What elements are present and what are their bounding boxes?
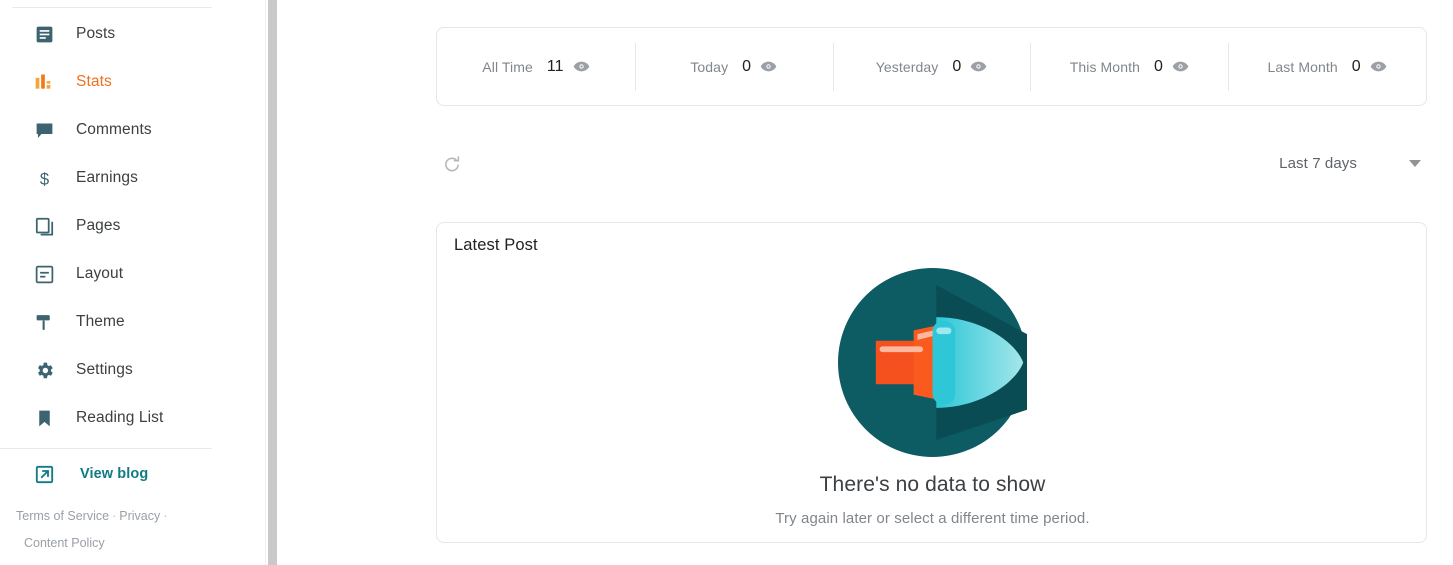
sidebar-item-reading-list[interactable]: Reading List <box>0 403 268 433</box>
pages-icon <box>32 214 56 238</box>
eye-icon <box>573 58 590 75</box>
pageviews-summary-card: All Time 11 Today 0 Yesterday 0 This Mon… <box>436 27 1427 106</box>
open-in-new-icon <box>32 462 56 486</box>
sidebar-item-label: Pages <box>76 217 121 234</box>
view-blog-link[interactable]: View blog <box>0 459 148 489</box>
eye-icon <box>970 58 987 75</box>
stat-label: Last Month <box>1267 58 1338 75</box>
stat-value: 0 <box>952 57 962 75</box>
comments-icon <box>32 118 56 142</box>
stat-label: Yesterday <box>875 58 939 75</box>
main-content: All Time 11 Today 0 Yesterday 0 This Mon… <box>280 0 1453 565</box>
sidebar-item-earnings[interactable]: $ Earnings <box>0 163 268 193</box>
stat-value: 0 <box>1351 57 1361 75</box>
stat-value: 0 <box>742 57 752 75</box>
stat-today[interactable]: Today 0 <box>634 42 833 91</box>
sidebar-item-label: Posts <box>76 25 116 42</box>
sidebar-item-label: Earnings <box>76 169 138 186</box>
empty-state-subtext: Try again later or select a different ti… <box>775 510 1090 527</box>
stats-icon <box>32 70 56 94</box>
eye-icon <box>1370 58 1387 75</box>
sidebar-item-theme[interactable]: Theme <box>0 307 268 337</box>
sidebar-nav: Posts Stats Comments $ Earnings Pages La… <box>0 19 268 451</box>
sidebar-item-stats[interactable]: Stats <box>0 67 268 97</box>
terms-of-service-link[interactable]: Terms of Service <box>16 509 109 523</box>
time-range-value: Last 7 days <box>1279 154 1357 172</box>
reading-list-icon <box>32 406 56 430</box>
eye-icon <box>1172 58 1189 75</box>
stat-value: 11 <box>546 57 564 75</box>
sidebar-item-label: Theme <box>76 313 125 330</box>
footer-separator: · <box>163 509 168 523</box>
view-blog-label: View blog <box>80 466 149 482</box>
theme-icon <box>32 310 56 334</box>
sidebar: Posts Stats Comments $ Earnings Pages La… <box>0 0 268 565</box>
time-range-select[interactable]: Last 7 days <box>1279 146 1427 180</box>
posts-icon <box>32 22 56 46</box>
settings-icon <box>32 358 56 382</box>
layout-icon <box>32 262 56 286</box>
sidebar-item-label: Settings <box>76 361 133 378</box>
sidebar-item-label: Layout <box>76 265 124 282</box>
sidebar-item-layout[interactable]: Layout <box>0 259 268 289</box>
svg-text:$: $ <box>39 169 48 188</box>
sidebar-item-settings[interactable]: Settings <box>0 355 268 385</box>
footer-separator: · <box>112 509 117 523</box>
refresh-icon[interactable] <box>436 148 468 180</box>
sidebar-item-posts[interactable]: Posts <box>0 19 268 49</box>
stat-value: 0 <box>1153 57 1163 75</box>
stat-label: All Time <box>482 58 533 75</box>
sidebar-divider <box>0 448 212 449</box>
stat-last-month[interactable]: Last Month 0 <box>1228 42 1426 91</box>
privacy-link[interactable]: Privacy <box>119 509 160 523</box>
sidebar-footer: Terms of Service · Privacy · Content Policy <box>16 503 246 557</box>
stat-label: Today <box>690 58 729 75</box>
empty-state-heading: There's no data to show <box>819 473 1046 496</box>
chevron-down-icon <box>1409 159 1421 167</box>
stat-this-month[interactable]: This Month 0 <box>1030 42 1228 91</box>
sidebar-item-pages[interactable]: Pages <box>0 211 268 241</box>
sidebar-top-divider <box>12 7 212 8</box>
stat-all-time[interactable]: All Time 11 <box>437 43 635 91</box>
sidebar-item-label: Reading List <box>76 409 164 426</box>
sidebar-item-comments[interactable]: Comments <box>0 115 268 145</box>
sidebar-item-label: Stats <box>76 73 112 90</box>
sidebar-scrollbar-thumb[interactable] <box>268 0 277 565</box>
flashlight-beam-illustration <box>838 268 1027 457</box>
sidebar-item-label: Comments <box>76 121 152 138</box>
eye-icon <box>760 58 777 75</box>
latest-post-card: Latest Post There's no data to show Try … <box>436 222 1427 543</box>
latest-post-title: Latest Post <box>454 236 538 254</box>
stat-label: This Month <box>1069 58 1140 75</box>
stat-yesterday[interactable]: Yesterday 0 <box>832 42 1031 91</box>
empty-state: There's no data to show Try again later … <box>437 268 1428 527</box>
content-policy-link[interactable]: Content Policy <box>24 530 105 557</box>
blogger-stats-page: Posts Stats Comments $ Earnings Pages La… <box>0 0 1453 565</box>
stats-toolbar: Last 7 days <box>436 140 1427 188</box>
earnings-icon: $ <box>32 166 56 190</box>
